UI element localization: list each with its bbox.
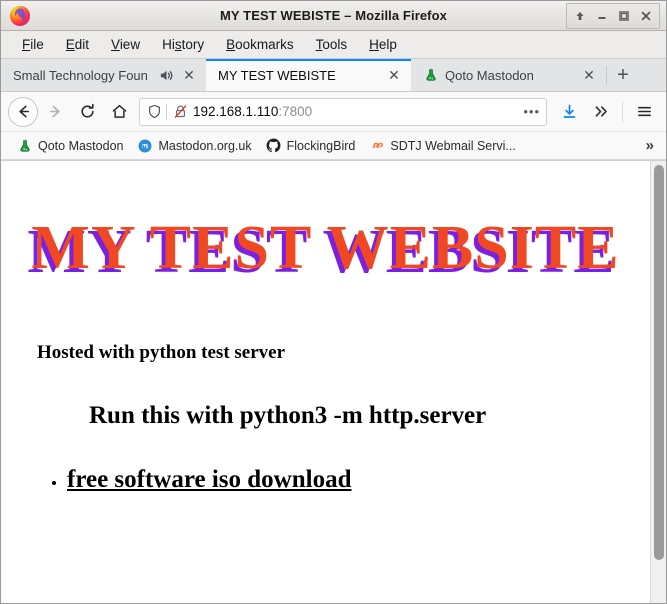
tab-qoto-mastodon[interactable]: Qoto Mastodon ✕: [411, 59, 606, 91]
menu-history[interactable]: History: [151, 33, 215, 56]
free-software-iso-download-link[interactable]: free software iso download: [67, 466, 351, 493]
toolbar-divider: [622, 100, 623, 123]
toolbar-overflow-button[interactable]: [586, 97, 616, 127]
address-bar-divider: [166, 103, 167, 120]
url-host: 192.168.1.110: [193, 104, 279, 119]
tab-close-button[interactable]: ✕: [385, 66, 403, 84]
title-bar: MY TEST WEBISTE – Mozilla Firefox: [1, 1, 666, 31]
scrollbar-thumb[interactable]: [654, 165, 664, 560]
address-bar-text[interactable]: 192.168.1.110:7800: [193, 104, 522, 119]
download-arrow-icon[interactable]: [554, 97, 584, 127]
green-flask-icon: [17, 138, 33, 154]
bookmark-label: SDTJ Webmail Servi...: [390, 138, 516, 153]
firefox-logo: [9, 5, 31, 27]
menu-edit[interactable]: Edit: [55, 33, 100, 56]
shade-button[interactable]: [569, 5, 591, 27]
browser-window: MY TEST WEBISTE – Mozilla Firefox File E…: [0, 0, 667, 604]
cpanel-icon: [369, 138, 385, 154]
hosted-text: Hosted with python test server: [37, 342, 286, 364]
bookmark-label: Mastodon.org.uk: [158, 138, 252, 153]
bookmark-label: FlockingBird: [286, 138, 356, 153]
maximize-button[interactable]: [613, 5, 635, 27]
menu-bookmarks[interactable]: Bookmarks: [215, 33, 305, 56]
page-actions-button[interactable]: •••: [522, 105, 540, 118]
bookmark-sdtj-webmail-service[interactable]: SDTJ Webmail Servi...: [363, 135, 522, 157]
web-page: MY TEST WEBSITE Hosted with python test …: [1, 161, 650, 603]
home-button[interactable]: [104, 97, 134, 127]
menu-help[interactable]: Help: [358, 33, 408, 56]
new-tab-button[interactable]: +: [607, 59, 639, 91]
tab-label: Small Technology Foun: [13, 67, 148, 83]
vertical-scrollbar[interactable]: [650, 161, 666, 603]
github-icon: [266, 138, 282, 154]
page-heading: MY TEST WEBSITE: [31, 214, 620, 282]
mastodon-icon: [137, 138, 153, 154]
menu-bar: File Edit View History Bookmarks Tools H…: [1, 31, 666, 59]
menu-tools[interactable]: Tools: [305, 33, 359, 56]
close-button[interactable]: [635, 5, 657, 27]
tab-close-button[interactable]: ✕: [580, 66, 598, 84]
tab-label: MY TEST WEBISTE: [218, 67, 336, 83]
hamburger-menu-button[interactable]: [629, 97, 659, 127]
content-area: MY TEST WEBSITE Hosted with python test …: [1, 160, 666, 603]
minimize-button[interactable]: [591, 5, 613, 27]
download-list: free software iso download: [45, 466, 642, 494]
tab-label: Qoto Mastodon: [445, 67, 534, 83]
menu-file[interactable]: File: [11, 33, 55, 56]
tab-bar: Small Technology Foun ✕ MY TEST WEBISTE …: [1, 59, 666, 92]
bookmark-flockingbird[interactable]: FlockingBird: [260, 135, 362, 157]
bookmark-label: Qoto Mastodon: [38, 138, 124, 153]
window-controls: [566, 2, 660, 29]
tab-small-technology-foundation[interactable]: Small Technology Foun ✕: [1, 59, 206, 91]
bookmarks-bar: Qoto Mastodon Mastodon.org.uk FlockingBi…: [1, 132, 666, 160]
green-flask-icon: [423, 67, 439, 83]
shield-icon[interactable]: [145, 104, 163, 119]
menu-view[interactable]: View: [100, 33, 151, 56]
navigation-toolbar: 192.168.1.110:7800 •••: [1, 92, 666, 132]
back-button[interactable]: [8, 96, 38, 127]
url-port: :7800: [278, 104, 313, 119]
forward-button[interactable]: [40, 97, 70, 127]
speaker-playing-icon[interactable]: [158, 67, 174, 83]
run-command-text: Run this with python3 -m http.server: [89, 402, 487, 430]
bookmarks-overflow-button[interactable]: »: [640, 137, 660, 154]
tab-close-button[interactable]: ✕: [180, 66, 198, 84]
reload-button[interactable]: [72, 97, 102, 127]
address-bar[interactable]: 192.168.1.110:7800 •••: [139, 97, 547, 126]
tab-my-test-webiste[interactable]: MY TEST WEBISTE ✕: [206, 59, 411, 91]
bookmark-qoto-mastodon[interactable]: Qoto Mastodon: [11, 135, 129, 157]
lock-crossed-out-icon[interactable]: [171, 104, 189, 119]
bookmark-mastodon-org-uk[interactable]: Mastodon.org.uk: [131, 135, 257, 157]
list-item: free software iso download: [67, 466, 642, 494]
